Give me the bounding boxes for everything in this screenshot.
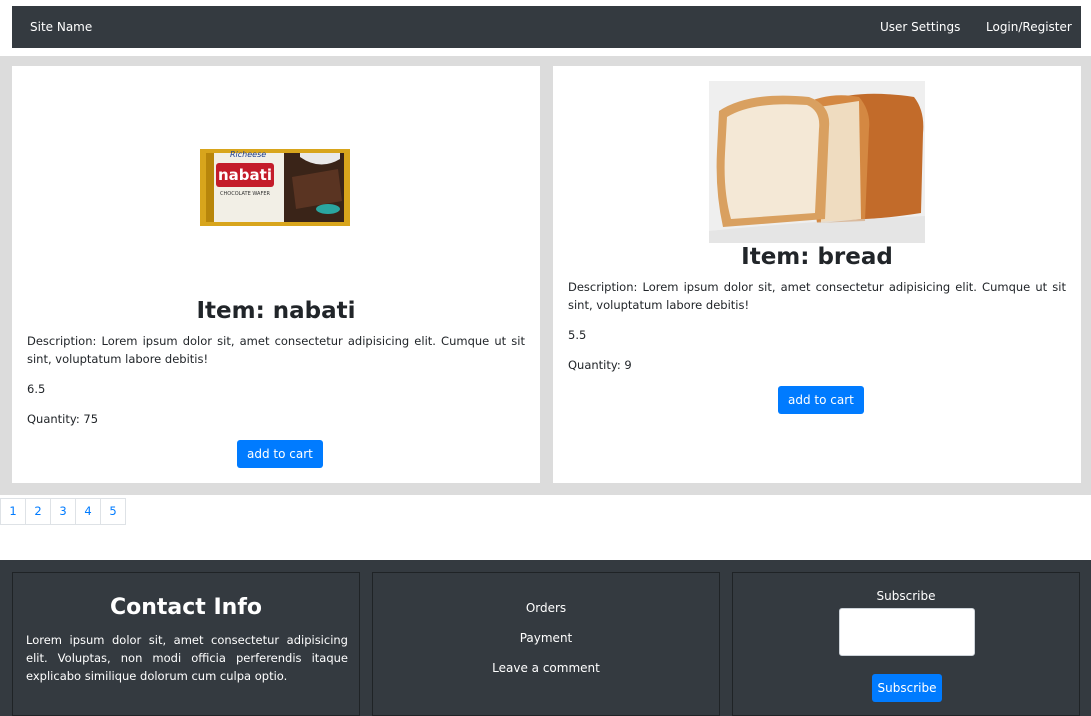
product-title: Item: nabati <box>196 298 356 324</box>
product-image-bread <box>709 81 925 243</box>
product-quantity: Quantity: 9 <box>568 358 632 372</box>
nav-login-register-link[interactable]: Login/Register <box>986 20 1072 34</box>
product-price: 5.5 <box>568 328 587 342</box>
pagination: 1 2 3 4 5 <box>0 498 126 525</box>
product-card-nabati: Richeese nabati CHOCOLATE WAFER Item: na… <box>12 66 540 483</box>
add-to-cart-button[interactable]: add to cart <box>778 386 864 414</box>
product-quantity: Quantity: 75 <box>27 412 99 426</box>
footer-contact-column: Contact Info Lorem ipsum dolor sit, amet… <box>12 572 360 716</box>
product-card-bread: Item: bread Description: Lorem ipsum dol… <box>553 66 1081 483</box>
product-price: 6.5 <box>27 382 46 396</box>
nabati-sub-text: CHOCOLATE WAFER <box>220 191 270 197</box>
product-description: Description: Lorem ipsum dolor sit, amet… <box>568 280 1066 312</box>
contact-info-heading: Contact Info <box>109 595 263 620</box>
subscribe-button[interactable]: Subscribe <box>872 674 942 702</box>
footer-link-orders[interactable]: Orders <box>373 601 719 615</box>
page-link-4[interactable]: 4 <box>75 498 101 525</box>
nav-user-settings-link[interactable]: User Settings <box>880 20 960 34</box>
page-link-2[interactable]: 2 <box>25 498 51 525</box>
site-footer: Contact Info Lorem ipsum dolor sit, amet… <box>0 560 1091 716</box>
richeese-logo-text: Richeese <box>230 150 266 159</box>
product-image-nabati: Richeese nabati CHOCOLATE WAFER <box>200 149 350 226</box>
page-link-5[interactable]: 5 <box>100 498 126 525</box>
page-link-1[interactable]: 1 <box>0 498 26 525</box>
subscribe-label: Subscribe <box>876 589 936 603</box>
footer-subscribe-column: Subscribe Subscribe <box>732 572 1080 716</box>
product-description: Description: Lorem ipsum dolor sit, amet… <box>27 334 525 366</box>
footer-link-leave-comment[interactable]: Leave a comment <box>373 661 719 675</box>
footer-link-payment[interactable]: Payment <box>373 631 719 645</box>
subscribe-input[interactable] <box>839 608 975 656</box>
footer-links-column: Orders Payment Leave a comment <box>372 572 720 716</box>
product-title: Item: bread <box>741 244 893 270</box>
site-brand-link[interactable]: Site Name <box>30 20 92 34</box>
contact-info-text: Lorem ipsum dolor sit, amet consectetur … <box>26 633 348 683</box>
top-navbar: Site Name User Settings Login/Register <box>12 6 1081 48</box>
nabati-logo-text: nabati <box>218 166 272 184</box>
add-to-cart-button[interactable]: add to cart <box>237 440 323 468</box>
page-link-3[interactable]: 3 <box>50 498 76 525</box>
